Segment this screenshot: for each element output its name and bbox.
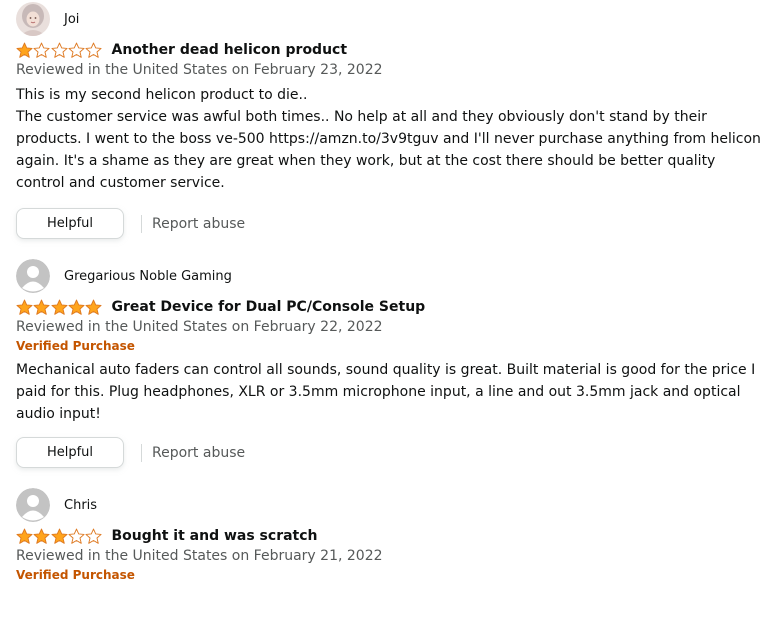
review: Gregarious Noble Gaming Great Device for… — [0, 258, 766, 468]
divider — [141, 443, 142, 462]
report-abuse-link[interactable]: Report abuse — [152, 216, 245, 232]
star-filled-icon — [68, 299, 85, 315]
star-filled-icon — [51, 299, 68, 315]
review: Joi Another dead helicon product Reviewe… — [0, 0, 766, 239]
reviewer-name[interactable]: Chris — [64, 498, 97, 513]
star-rating[interactable] — [16, 42, 102, 59]
review-title[interactable]: Bought it and was scratch — [111, 528, 317, 544]
star-empty-icon — [68, 42, 85, 58]
star-empty-icon — [85, 42, 102, 58]
reviewer-name[interactable]: Joi — [64, 12, 79, 27]
review-date: Reviewed in the United States on Februar… — [16, 319, 383, 335]
divider — [141, 214, 142, 233]
verified-purchase-badge[interactable]: Verified Purchase — [16, 568, 766, 582]
review-title[interactable]: Great Device for Dual PC/Console Setup — [111, 299, 425, 315]
star-filled-icon — [33, 528, 50, 544]
star-empty-icon — [51, 42, 68, 58]
review-title[interactable]: Another dead helicon product — [111, 42, 347, 58]
helpful-button[interactable]: Helpful — [16, 208, 124, 239]
reviewer-name[interactable]: Gregarious Noble Gaming — [64, 269, 232, 284]
review-body: Mechanical auto faders can control all s… — [16, 362, 756, 422]
reviewer-profile[interactable]: Gregarious Noble Gaming — [16, 258, 766, 294]
star-filled-icon — [51, 528, 68, 544]
review-date: Reviewed in the United States on Februar… — [16, 62, 383, 78]
review: Chris Bought it and was scratch Reviewed… — [0, 487, 766, 582]
avatar[interactable] — [16, 2, 50, 36]
review-actions: Helpful Report abuse — [16, 437, 766, 468]
star-filled-icon — [16, 42, 33, 58]
star-filled-icon — [16, 299, 33, 315]
star-empty-icon — [68, 528, 85, 544]
review-body: This is my second helicon product to die… — [16, 87, 761, 191]
reviewer-profile[interactable]: Chris — [16, 487, 766, 523]
star-rating[interactable] — [16, 528, 102, 545]
star-filled-icon — [33, 299, 50, 315]
review-actions: Helpful Report abuse — [16, 208, 766, 239]
review-date: Reviewed in the United States on Februar… — [16, 548, 383, 564]
star-empty-icon — [85, 528, 102, 544]
verified-purchase-badge[interactable]: Verified Purchase — [16, 339, 766, 353]
reviewer-profile[interactable]: Joi — [16, 1, 766, 37]
avatar[interactable] — [16, 488, 50, 522]
star-rating[interactable] — [16, 299, 102, 316]
avatar[interactable] — [16, 259, 50, 293]
helpful-button[interactable]: Helpful — [16, 437, 124, 468]
star-empty-icon — [33, 42, 50, 58]
star-filled-icon — [85, 299, 102, 315]
report-abuse-link[interactable]: Report abuse — [152, 445, 245, 461]
star-filled-icon — [16, 528, 33, 544]
